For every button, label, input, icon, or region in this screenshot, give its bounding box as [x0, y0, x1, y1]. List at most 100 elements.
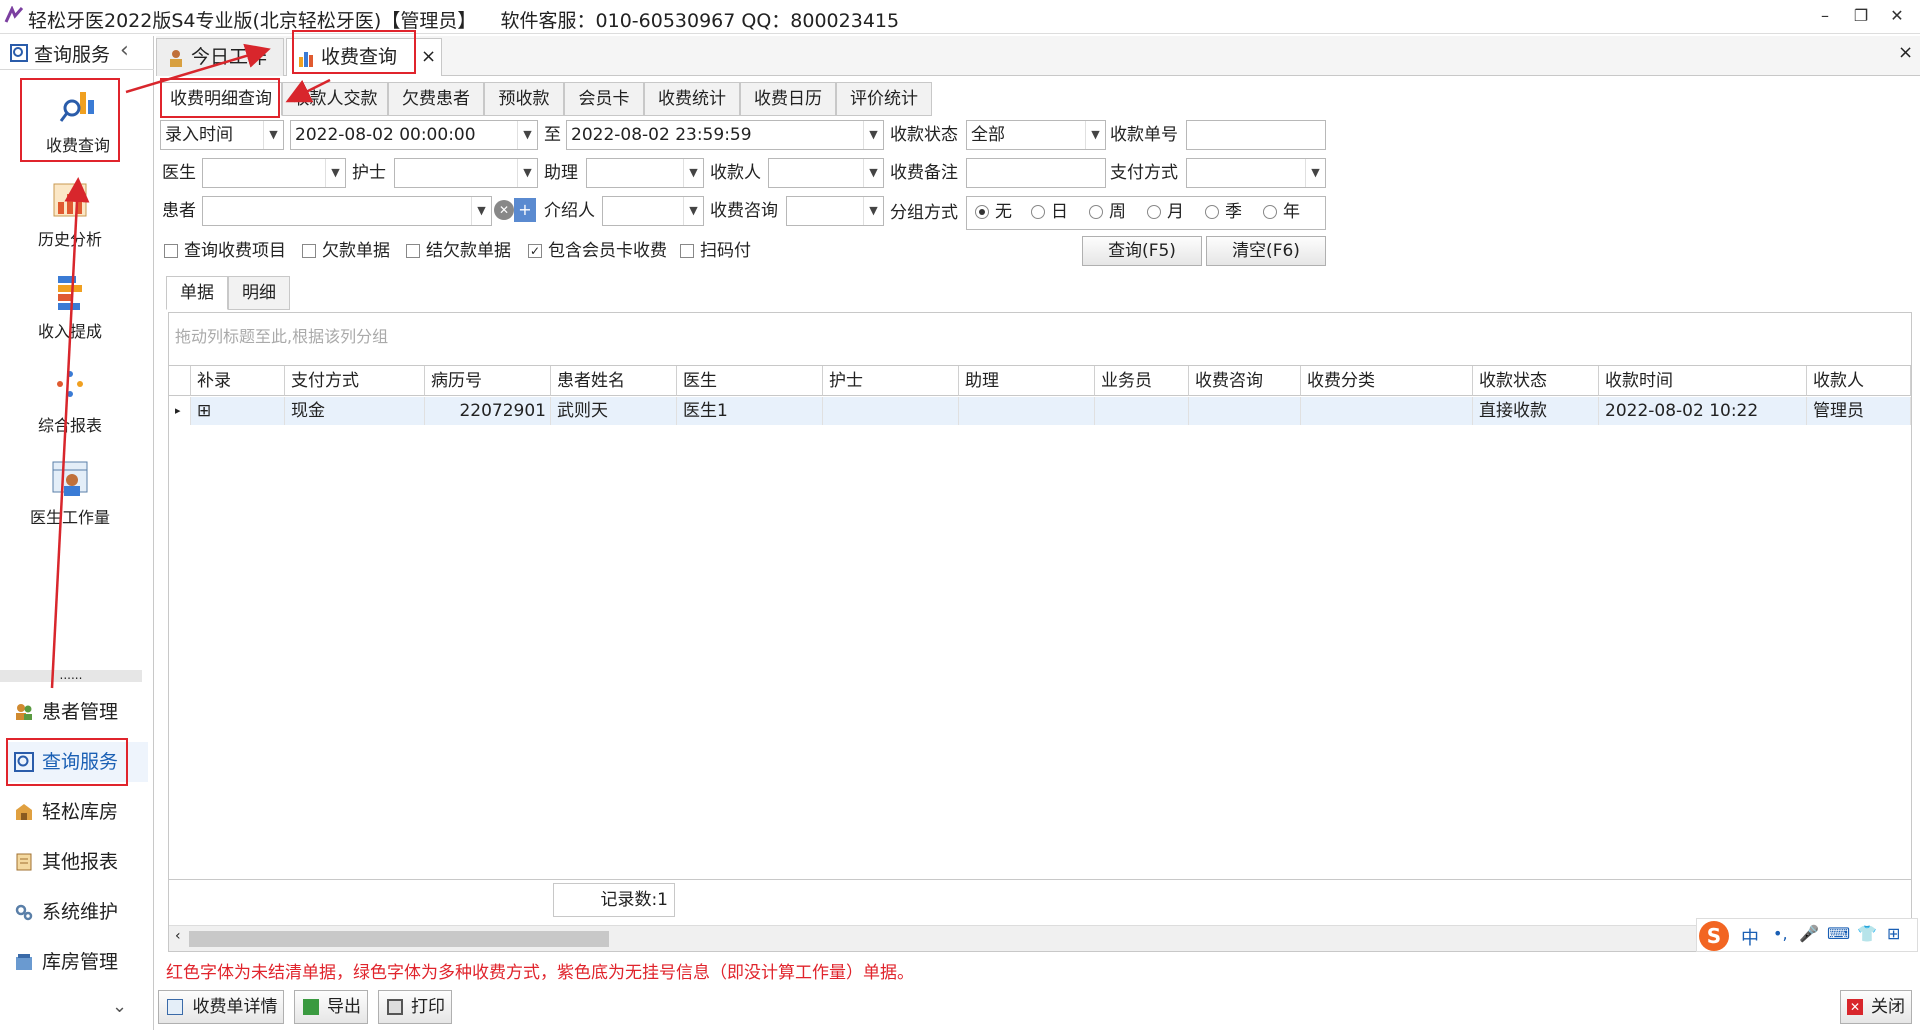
group-radio-week[interactable]: [1089, 205, 1103, 219]
export-button[interactable]: 导出: [294, 990, 368, 1024]
tab-today-work[interactable]: 今日工作: [156, 38, 284, 76]
skin-icon[interactable]: 👕: [1857, 924, 1877, 943]
sidebar-item-history-analysis[interactable]: 历史分析: [8, 180, 132, 250]
subtab-member-card[interactable]: 会员卡: [564, 82, 644, 116]
group-radio-year[interactable]: [1263, 205, 1277, 219]
close-window-button[interactable]: ✕: [1882, 4, 1912, 28]
nav-system-maintenance[interactable]: 系统维护: [8, 892, 148, 932]
header-time[interactable]: 收款时间: [1599, 366, 1807, 396]
annotation-box: [20, 78, 120, 162]
time-type-select[interactable]: 录入时间 ▼: [160, 120, 284, 150]
row-expand-button[interactable]: ⊞: [191, 397, 285, 425]
collapse-sidebar-button[interactable]: ‹: [120, 38, 129, 63]
checkbox-include-member-card[interactable]: ✓: [528, 244, 542, 258]
more-nav-button[interactable]: ⌄: [112, 996, 127, 1017]
subtab-prepayment[interactable]: 预收款: [484, 82, 564, 116]
bill-no-input[interactable]: [1186, 120, 1326, 150]
patient-input[interactable]: ▼: [202, 196, 492, 226]
query-button[interactable]: 查询(F5): [1082, 236, 1202, 266]
sidebar-splitter[interactable]: ......: [0, 669, 142, 682]
header-status[interactable]: 收款状态: [1473, 366, 1599, 396]
printer-icon: [387, 999, 403, 1015]
remark-input[interactable]: [966, 158, 1106, 188]
header-supplement[interactable]: 补录: [191, 366, 285, 396]
sidebar-item-reports[interactable]: 综合报表: [8, 366, 132, 436]
subtab-payee-payment[interactable]: 收款人交款: [282, 82, 388, 116]
window-title: 轻松牙医2022版S4专业版(北京轻松牙医)【管理员】 软件客服：010-605…: [28, 10, 900, 32]
scroll-left-icon[interactable]: ‹: [175, 928, 181, 944]
toolbox-icon[interactable]: ⊞: [1887, 924, 1900, 943]
header-record-no[interactable]: 病历号: [425, 366, 551, 396]
header-consult[interactable]: 收费咨询: [1189, 366, 1301, 396]
subtab-arrears-patients[interactable]: 欠费患者: [388, 82, 484, 116]
sidebar-item-income-commission[interactable]: 收入提成: [8, 272, 132, 342]
close-button[interactable]: ✕ 关闭: [1840, 990, 1912, 1024]
assistant-select[interactable]: ▼: [586, 158, 704, 188]
button-label: 收费单详情: [192, 997, 278, 1017]
remark-label: 收费备注: [890, 163, 958, 183]
checkbox-label: 欠款单据: [322, 241, 390, 261]
document-icon: [167, 999, 183, 1015]
group-radio-none[interactable]: [975, 205, 989, 219]
group-radio-day[interactable]: [1031, 205, 1045, 219]
consult-select[interactable]: ▼: [786, 196, 884, 226]
group-panel-hint: 拖动列标题至此,根据该列分组: [175, 327, 389, 346]
header-patient-name[interactable]: 患者姓名: [551, 366, 677, 396]
header-pay-method[interactable]: 支付方式: [285, 366, 425, 396]
header-assistant[interactable]: 助理: [959, 366, 1095, 396]
ime-toolbar[interactable]: S 中 •, 🎤 ⌨ 👕 ⊞: [1696, 918, 1918, 952]
sidebar-item-label: 综合报表: [37, 416, 102, 435]
select-patient-icon[interactable]: +: [514, 198, 536, 222]
nurse-select[interactable]: ▼: [394, 158, 538, 188]
payee-select[interactable]: ▼: [768, 158, 884, 188]
ime-chinese-mode[interactable]: 中: [1741, 924, 1759, 950]
subtab-fee-statistics[interactable]: 收费统计: [644, 82, 740, 116]
nav-store-management[interactable]: 库房管理: [8, 942, 148, 982]
referrer-select[interactable]: ▼: [602, 196, 704, 226]
radio-label: 月: [1167, 202, 1184, 222]
print-button[interactable]: 打印: [378, 990, 452, 1024]
minimize-button[interactable]: –: [1810, 4, 1840, 28]
subtab-fee-calendar[interactable]: 收费日历: [740, 82, 836, 116]
ime-punctuation-icon[interactable]: •,: [1773, 924, 1788, 943]
tab-bills[interactable]: 单据: [166, 276, 228, 310]
scrollbar-thumb[interactable]: [189, 931, 609, 947]
checkbox-query-items[interactable]: [164, 244, 178, 258]
horizontal-scrollbar[interactable]: ‹: [169, 925, 1911, 951]
nav-patient-management[interactable]: 患者管理: [8, 692, 148, 732]
header-doctor[interactable]: 医生: [677, 366, 823, 396]
close-panel-button[interactable]: ×: [1898, 42, 1913, 63]
checkbox-scan-pay[interactable]: [680, 244, 694, 258]
start-time-input[interactable]: 2022-08-02 00:00:00 ▼: [290, 120, 538, 150]
fee-detail-button[interactable]: 收费单详情: [158, 990, 284, 1024]
cell-pay-method: 现金: [285, 397, 425, 425]
status-label: 收款状态: [890, 125, 958, 145]
to-label: 至: [544, 125, 561, 145]
table-row[interactable]: ▸ ⊞ 现金 22072901 武则天 医生1 直接收款 2022-08-02 …: [169, 397, 1911, 425]
checkbox-arrears-bills[interactable]: [302, 244, 316, 258]
clear-button[interactable]: 清空(F6): [1206, 236, 1326, 266]
header-nurse[interactable]: 护士: [823, 366, 959, 396]
tab-details[interactable]: 明细: [228, 276, 290, 310]
close-tab-button[interactable]: ×: [421, 39, 436, 75]
clear-patient-icon[interactable]: ✕: [494, 200, 514, 220]
microphone-icon[interactable]: 🎤: [1799, 924, 1819, 943]
pay-method-select[interactable]: ▼: [1186, 158, 1326, 188]
sidebar-item-doctor-workload[interactable]: 医生工作量: [8, 458, 132, 528]
nav-easy-warehouse[interactable]: 轻松库房: [8, 792, 148, 832]
header-payee[interactable]: 收款人: [1807, 366, 1911, 396]
header-salesperson[interactable]: 业务员: [1095, 366, 1189, 396]
query-icon: [10, 44, 28, 62]
end-time-input[interactable]: 2022-08-02 23:59:59 ▼: [566, 120, 884, 150]
doctor-select[interactable]: ▼: [202, 158, 346, 188]
group-radio-month[interactable]: [1147, 205, 1161, 219]
checkbox-settled-arrears[interactable]: [406, 244, 420, 258]
header-category[interactable]: 收费分类: [1301, 366, 1473, 396]
subtab-evaluation-statistics[interactable]: 评价统计: [836, 82, 932, 116]
nav-other-reports[interactable]: 其他报表: [8, 842, 148, 882]
group-radio-quarter[interactable]: [1205, 205, 1219, 219]
keyboard-icon[interactable]: ⌨: [1827, 924, 1850, 943]
status-select[interactable]: 全部 ▼: [966, 120, 1106, 150]
restore-button[interactable]: ❐: [1846, 4, 1876, 28]
record-count: 记录数:1: [553, 883, 675, 917]
